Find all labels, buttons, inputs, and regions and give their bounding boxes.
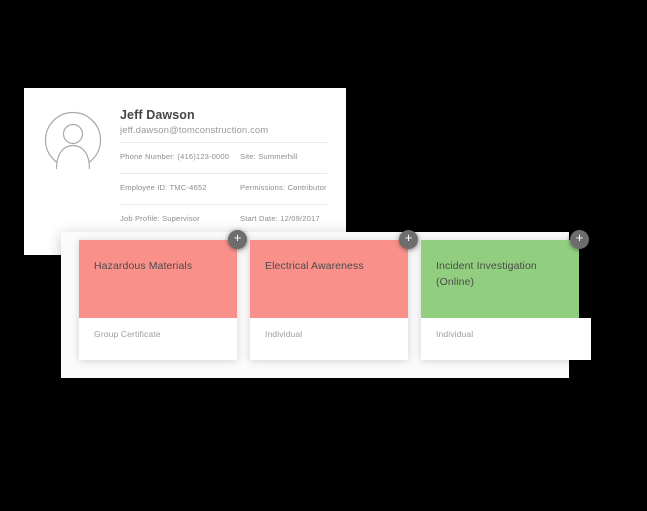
plus-icon[interactable]: + xyxy=(228,230,247,249)
detail-row: Phone Number: (416)123-0000 Site: Summer… xyxy=(120,142,327,169)
profile-card: Jeff Dawson jeff.dawson@tomconstruction.… xyxy=(24,88,346,255)
course-title: Incident Investigation (Online) xyxy=(421,240,579,318)
detail-employee-id: Employee ID: TMC-4652 xyxy=(120,183,207,192)
screenshot-root: Jeff Dawson jeff.dawson@tomconstruction.… xyxy=(0,0,647,511)
course-card[interactable]: Incident Investigation (Online) Individu… xyxy=(421,230,591,360)
course-title: Hazardous Materials xyxy=(79,240,237,318)
detail-permissions: Permissions: Contributor xyxy=(240,183,327,192)
profile-details: Jeff Dawson jeff.dawson@tomconstruction.… xyxy=(120,102,327,231)
profile-name: Jeff Dawson xyxy=(120,108,195,122)
detail-site: Site: Summerhill xyxy=(240,152,298,161)
course-card[interactable]: Electrical Awareness Individual + xyxy=(250,230,418,360)
detail-row: Job Profile: Supervisor Start Date: 12/0… xyxy=(120,204,327,231)
course-card[interactable]: Hazardous Materials Group Certificate + xyxy=(79,230,247,360)
user-avatar-icon xyxy=(44,111,102,169)
detail-row: Employee ID: TMC-4652 Permissions: Contr… xyxy=(120,173,327,200)
plus-icon[interactable]: + xyxy=(399,230,418,249)
detail-phone-number: Phone Number: (416)123-0000 xyxy=(120,152,230,161)
detail-start-date: Start Date: 12/09/2017 xyxy=(240,214,320,223)
course-type: Individual xyxy=(421,318,591,360)
profile-email: jeff.dawson@tomconstruction.com xyxy=(120,125,269,136)
courses-list: Hazardous Materials Group Certificate + … xyxy=(79,230,591,360)
course-type: Group Certificate xyxy=(79,318,237,360)
course-title: Electrical Awareness xyxy=(250,240,408,318)
course-type: Individual xyxy=(250,318,408,360)
detail-job-profile: Job Profile: Supervisor xyxy=(120,214,200,223)
plus-icon[interactable]: + xyxy=(570,230,589,249)
